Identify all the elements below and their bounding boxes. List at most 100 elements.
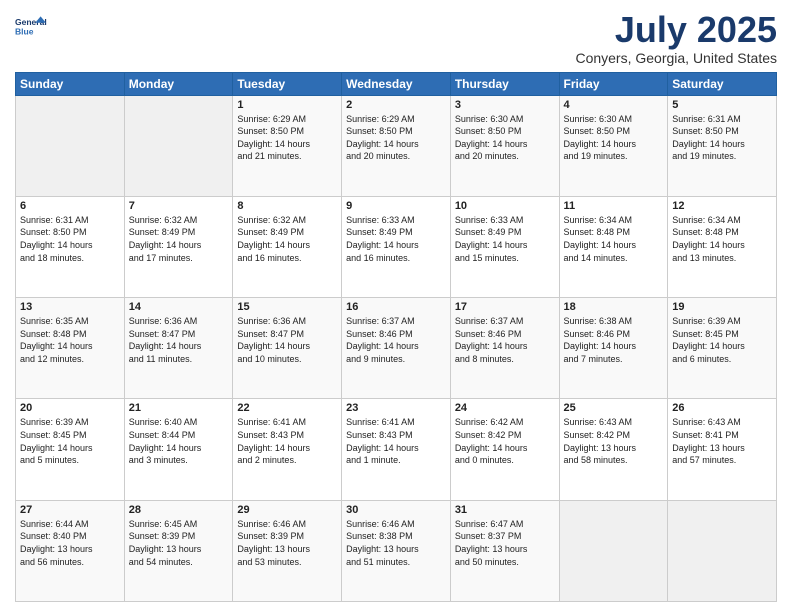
col-header-wednesday: Wednesday [342, 72, 451, 95]
day-number: 16 [346, 301, 446, 313]
calendar-week-3: 20 Sunrise: 6:39 AM Sunset: 8:45 PM Dayli… [16, 399, 777, 500]
calendar-cell-w1d5: 11Sunrise: 6:34 AM Sunset: 8:48 PM Dayli… [559, 196, 668, 297]
day-info: Sunrise: 6:29 AM Sunset: 8:50 PM Dayligh… [346, 113, 446, 163]
day-number: 28 [129, 504, 229, 516]
day-number: 5 [672, 99, 772, 111]
day-number: 6 [20, 200, 120, 212]
day-info: Sunrise: 6:38 AM Sunset: 8:46 PM Dayligh… [564, 315, 664, 365]
day-info: Sunrise: 6:46 AM Sunset: 8:39 PM Dayligh… [237, 518, 337, 568]
col-header-saturday: Saturday [668, 72, 777, 95]
day-number: 2 [346, 99, 446, 111]
day-info: Sunrise: 6:29 AM Sunset: 8:50 PM Dayligh… [237, 113, 337, 163]
calendar-cell-w1d2: 8 Sunrise: 6:32 AM Sunset: 8:49 PM Daylig… [233, 196, 342, 297]
calendar-cell-w4d6 [668, 500, 777, 601]
calendar-cell-w0d5: 4Sunrise: 6:30 AM Sunset: 8:50 PM Daylig… [559, 95, 668, 196]
day-info: Sunrise: 6:30 AM Sunset: 8:50 PM Dayligh… [455, 113, 555, 163]
day-info: Sunrise: 6:30 AM Sunset: 8:50 PM Dayligh… [564, 113, 664, 163]
calendar-cell-w0d6: 5 Sunrise: 6:31 AM Sunset: 8:50 PM Daylig… [668, 95, 777, 196]
calendar-cell-w0d3: 2 Sunrise: 6:29 AM Sunset: 8:50 PM Daylig… [342, 95, 451, 196]
calendar-cell-w4d5 [559, 500, 668, 601]
calendar-cell-w0d2: 1 Sunrise: 6:29 AM Sunset: 8:50 PM Daylig… [233, 95, 342, 196]
day-info: Sunrise: 6:46 AM Sunset: 8:38 PM Dayligh… [346, 518, 446, 568]
calendar-cell-w2d0: 13Sunrise: 6:35 AM Sunset: 8:48 PM Dayli… [16, 298, 125, 399]
day-info: Sunrise: 6:31 AM Sunset: 8:50 PM Dayligh… [20, 214, 120, 264]
calendar-cell-w4d3: 30 Sunrise: 6:46 AM Sunset: 8:38 PM Dayli… [342, 500, 451, 601]
day-number: 14 [129, 301, 229, 313]
calendar-cell-w2d1: 14 Sunrise: 6:36 AM Sunset: 8:47 PM Dayli… [124, 298, 233, 399]
day-info: Sunrise: 6:42 AM Sunset: 8:42 PM Dayligh… [455, 416, 555, 466]
calendar-cell-w2d3: 16 Sunrise: 6:37 AM Sunset: 8:46 PM Dayli… [342, 298, 451, 399]
day-number: 21 [129, 402, 229, 414]
calendar-cell-w0d1 [124, 95, 233, 196]
day-info: Sunrise: 6:43 AM Sunset: 8:41 PM Dayligh… [672, 416, 772, 466]
day-info: Sunrise: 6:35 AM Sunset: 8:48 PM Dayligh… [20, 315, 120, 365]
day-info: Sunrise: 6:43 AM Sunset: 8:42 PM Dayligh… [564, 416, 664, 466]
title-block: July 2025 Conyers, Georgia, United State… [575, 10, 777, 66]
calendar-cell-w2d5: 18 Sunrise: 6:38 AM Sunset: 8:46 PM Dayli… [559, 298, 668, 399]
day-number: 22 [237, 402, 337, 414]
calendar-cell-w3d0: 20 Sunrise: 6:39 AM Sunset: 8:45 PM Dayli… [16, 399, 125, 500]
day-number: 10 [455, 200, 555, 212]
day-number: 30 [346, 504, 446, 516]
day-info: Sunrise: 6:39 AM Sunset: 8:45 PM Dayligh… [672, 315, 772, 365]
day-info: Sunrise: 6:41 AM Sunset: 8:43 PM Dayligh… [346, 416, 446, 466]
col-header-thursday: Thursday [450, 72, 559, 95]
col-header-sunday: Sunday [16, 72, 125, 95]
col-header-monday: Monday [124, 72, 233, 95]
day-info: Sunrise: 6:37 AM Sunset: 8:46 PM Dayligh… [455, 315, 555, 365]
day-number: 17 [455, 301, 555, 313]
day-info: Sunrise: 6:39 AM Sunset: 8:45 PM Dayligh… [20, 416, 120, 466]
day-number: 20 [20, 402, 120, 414]
calendar-cell-w3d2: 22 Sunrise: 6:41 AM Sunset: 8:43 PM Dayli… [233, 399, 342, 500]
day-info: Sunrise: 6:32 AM Sunset: 8:49 PM Dayligh… [237, 214, 337, 264]
calendar-cell-w2d2: 15Sunrise: 6:36 AM Sunset: 8:47 PM Dayli… [233, 298, 342, 399]
day-number: 12 [672, 200, 772, 212]
calendar-cell-w1d3: 9Sunrise: 6:33 AM Sunset: 8:49 PM Daylig… [342, 196, 451, 297]
page: GeneralBlue July 2025 Conyers, Georgia, … [0, 0, 792, 612]
day-info: Sunrise: 6:40 AM Sunset: 8:44 PM Dayligh… [129, 416, 229, 466]
calendar-cell-w2d4: 17 Sunrise: 6:37 AM Sunset: 8:46 PM Dayli… [450, 298, 559, 399]
calendar-cell-w2d6: 19 Sunrise: 6:39 AM Sunset: 8:45 PM Dayli… [668, 298, 777, 399]
day-info: Sunrise: 6:31 AM Sunset: 8:50 PM Dayligh… [672, 113, 772, 163]
day-number: 8 [237, 200, 337, 212]
day-number: 27 [20, 504, 120, 516]
day-info: Sunrise: 6:34 AM Sunset: 8:48 PM Dayligh… [672, 214, 772, 264]
day-info: Sunrise: 6:41 AM Sunset: 8:43 PM Dayligh… [237, 416, 337, 466]
calendar-cell-w1d4: 10 Sunrise: 6:33 AM Sunset: 8:49 PM Dayli… [450, 196, 559, 297]
day-number: 25 [564, 402, 664, 414]
calendar-cell-w4d0: 27Sunrise: 6:44 AM Sunset: 8:40 PM Dayli… [16, 500, 125, 601]
day-info: Sunrise: 6:37 AM Sunset: 8:46 PM Dayligh… [346, 315, 446, 365]
day-info: Sunrise: 6:33 AM Sunset: 8:49 PM Dayligh… [346, 214, 446, 264]
day-number: 15 [237, 301, 337, 313]
day-number: 29 [237, 504, 337, 516]
day-number: 24 [455, 402, 555, 414]
calendar-week-1: 6 Sunrise: 6:31 AM Sunset: 8:50 PM Daylig… [16, 196, 777, 297]
day-number: 7 [129, 200, 229, 212]
day-info: Sunrise: 6:32 AM Sunset: 8:49 PM Dayligh… [129, 214, 229, 264]
subtitle: Conyers, Georgia, United States [575, 50, 777, 66]
calendar-header-row: SundayMondayTuesdayWednesdayThursdayFrid… [16, 72, 777, 95]
calendar-week-2: 13Sunrise: 6:35 AM Sunset: 8:48 PM Dayli… [16, 298, 777, 399]
calendar-week-4: 27Sunrise: 6:44 AM Sunset: 8:40 PM Dayli… [16, 500, 777, 601]
calendar-cell-w3d3: 23 Sunrise: 6:41 AM Sunset: 8:43 PM Dayli… [342, 399, 451, 500]
day-number: 19 [672, 301, 772, 313]
calendar-cell-w4d1: 28Sunrise: 6:45 AM Sunset: 8:39 PM Dayli… [124, 500, 233, 601]
day-info: Sunrise: 6:36 AM Sunset: 8:47 PM Dayligh… [129, 315, 229, 365]
day-number: 31 [455, 504, 555, 516]
col-header-friday: Friday [559, 72, 668, 95]
logo: GeneralBlue [15, 10, 47, 42]
calendar-cell-w1d6: 12 Sunrise: 6:34 AM Sunset: 8:48 PM Dayli… [668, 196, 777, 297]
day-number: 23 [346, 402, 446, 414]
day-info: Sunrise: 6:47 AM Sunset: 8:37 PM Dayligh… [455, 518, 555, 568]
calendar-cell-w0d0 [16, 95, 125, 196]
day-info: Sunrise: 6:33 AM Sunset: 8:49 PM Dayligh… [455, 214, 555, 264]
calendar-cell-w3d5: 25 Sunrise: 6:43 AM Sunset: 8:42 PM Dayli… [559, 399, 668, 500]
day-number: 18 [564, 301, 664, 313]
calendar-table: SundayMondayTuesdayWednesdayThursdayFrid… [15, 72, 777, 602]
calendar-cell-w4d2: 29 Sunrise: 6:46 AM Sunset: 8:39 PM Dayli… [233, 500, 342, 601]
header: GeneralBlue July 2025 Conyers, Georgia, … [15, 10, 777, 66]
day-number: 11 [564, 200, 664, 212]
day-number: 26 [672, 402, 772, 414]
calendar-week-0: 1 Sunrise: 6:29 AM Sunset: 8:50 PM Daylig… [16, 95, 777, 196]
day-number: 1 [237, 99, 337, 111]
